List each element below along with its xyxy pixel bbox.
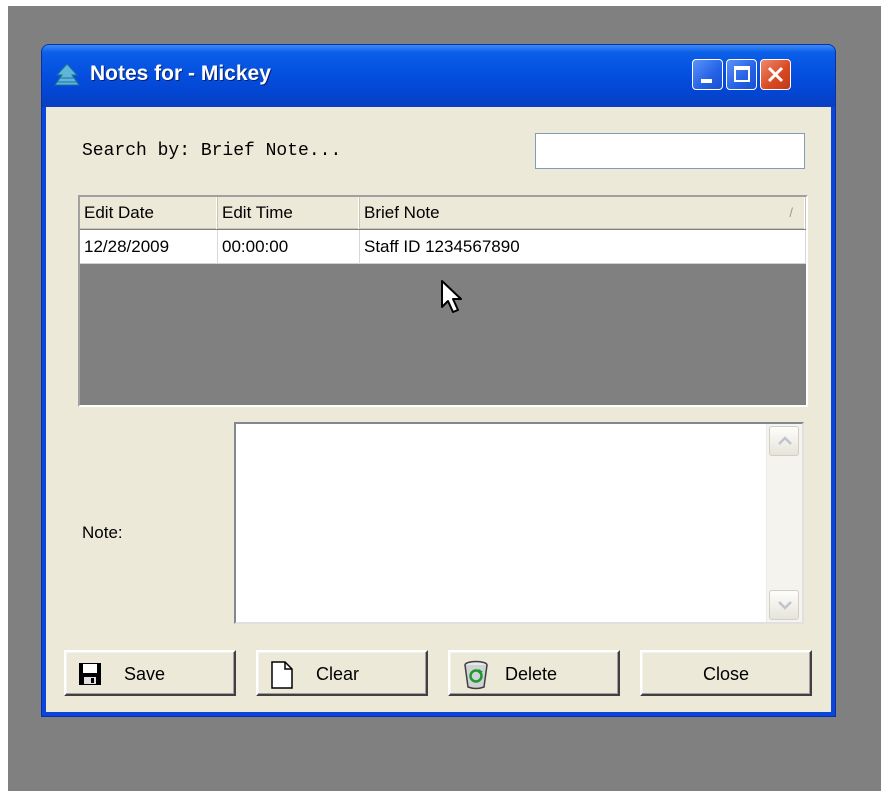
close-button-label: Close [702,664,750,684]
save-button[interactable]: Save [64,650,236,696]
mouse-pointer-icon [441,280,462,313]
grid-header: Edit Date Edit Time Brief Note / [80,197,806,229]
blank-page-icon [271,661,293,689]
chevron-down-icon [778,601,792,610]
note-scrollbar[interactable] [766,424,802,622]
minimize-icon [701,79,712,83]
dialog-client-area: Search by: Brief Note... Edit Date Edit … [46,107,831,712]
delete-button-label: Delete [505,664,558,684]
note-textarea-frame [234,422,804,624]
notes-dialog: Notes for - Mickey Search by: Brief Note… [41,44,836,717]
scroll-up-button[interactable] [769,426,799,456]
column-header-brief-note-label: Brief Note [364,203,440,222]
search-input[interactable] [535,133,805,169]
minimize-button[interactable] [692,59,723,90]
maximize-icon [734,66,750,82]
cell-edit-time: 00:00:00 [218,230,360,264]
delete-button[interactable]: Delete [448,650,620,696]
window-title: Notes for - Mickey [90,62,271,85]
scroll-down-button[interactable] [769,590,799,620]
sort-indicator-icon: / [789,205,793,220]
clear-button-label: Clear [316,664,360,684]
search-label: Search by: Brief Note... [82,141,342,161]
table-row[interactable]: 12/28/2009 00:00:00 Staff ID 1234567890 [80,230,806,264]
app-tree-icon [54,63,80,86]
note-textarea[interactable] [236,424,766,622]
close-window-button[interactable] [760,59,791,90]
recycle-bin-icon [464,660,488,690]
close-icon [767,66,784,83]
chevron-up-icon [778,436,792,445]
cell-brief-note: Staff ID 1234567890 [360,230,806,264]
floppy-disk-icon [79,663,101,685]
close-button[interactable]: Close [640,650,812,696]
column-header-edit-time[interactable]: Edit Time [218,197,360,229]
title-bar[interactable]: Notes for - Mickey [42,45,835,107]
maximize-button[interactable] [726,59,757,90]
column-header-edit-date[interactable]: Edit Date [80,197,218,229]
save-button-label: Save [124,664,166,684]
clear-button[interactable]: Clear [256,650,428,696]
note-label: Note: [82,523,123,542]
cell-edit-date: 12/28/2009 [80,230,218,264]
column-header-brief-note[interactable]: Brief Note / [360,197,806,229]
notes-grid[interactable]: Edit Date Edit Time Brief Note / 12/28/2… [78,195,808,407]
